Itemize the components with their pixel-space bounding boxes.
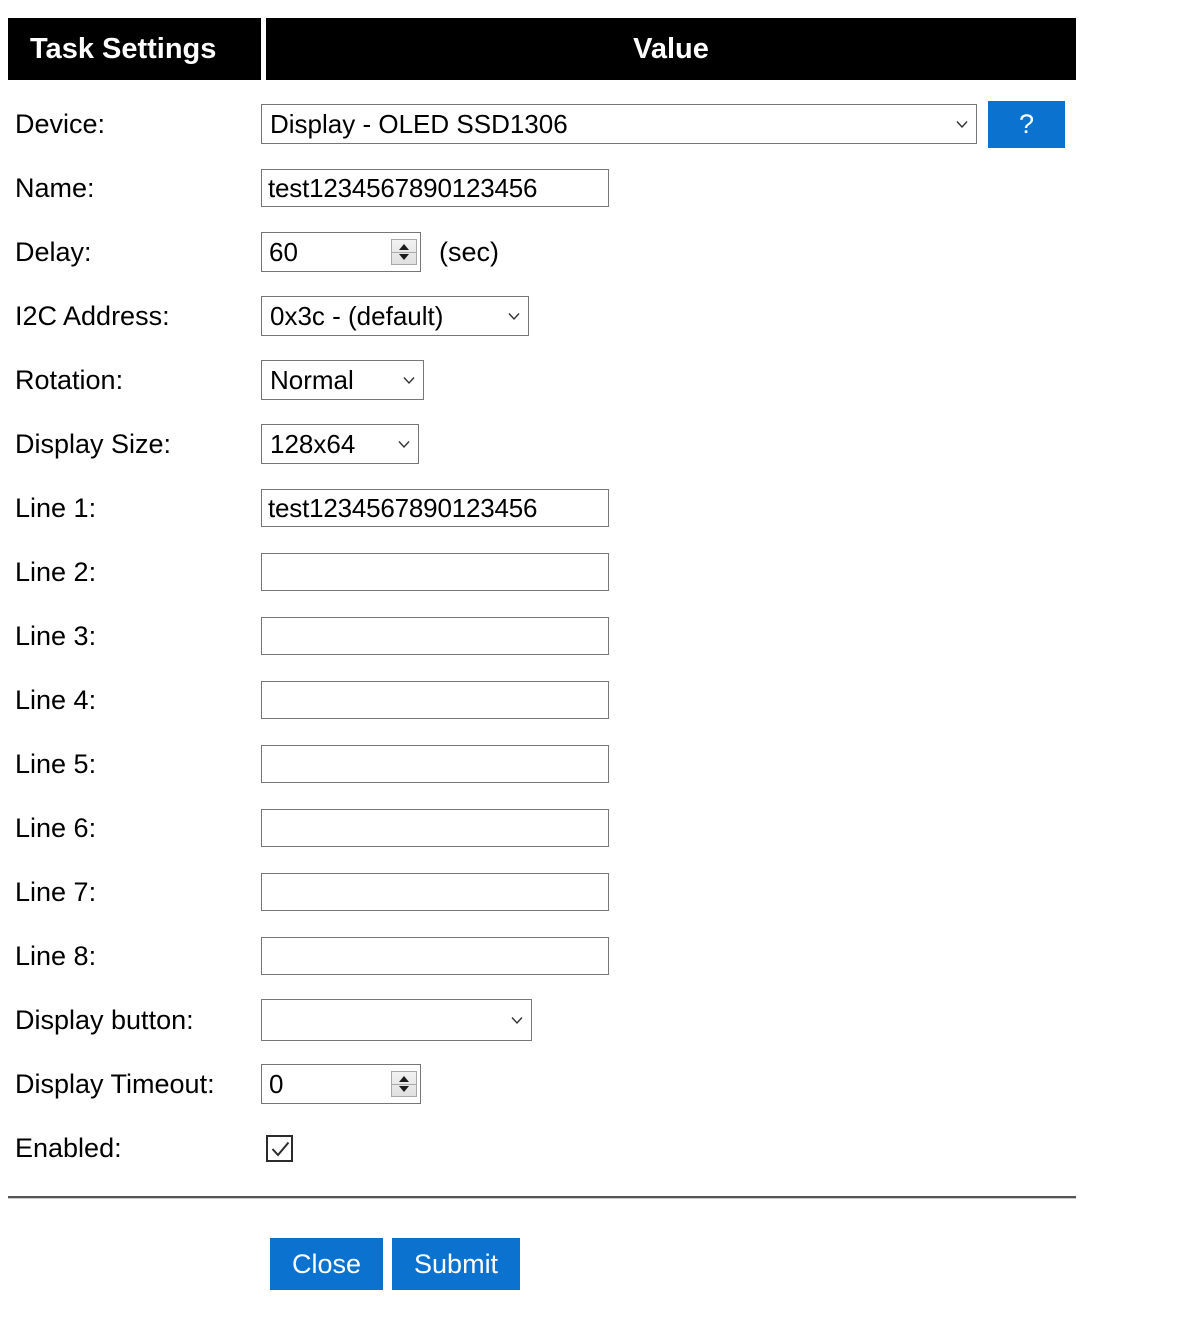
line-4-input[interactable] xyxy=(261,681,609,719)
rotation-select[interactable]: Normal xyxy=(261,360,424,400)
i2c-address-select[interactable]: 0x3c - (default) xyxy=(261,296,529,336)
field-device: Display - OLED SSD1306 ? xyxy=(261,100,1184,148)
field-i2c-address: 0x3c - (default) xyxy=(261,296,1184,336)
name-input[interactable]: test1234567890123456 xyxy=(261,169,609,207)
line-2-input[interactable] xyxy=(261,553,609,591)
spinner-updown-icon[interactable] xyxy=(391,1071,417,1097)
label-line-6: Line 6: xyxy=(15,812,97,843)
submit-button[interactable]: Submit xyxy=(392,1238,521,1290)
label-line-5: Line 5: xyxy=(15,748,97,779)
row-line-1: Line 1: test1234567890123456 xyxy=(0,476,1184,540)
field-line-3 xyxy=(261,617,1184,655)
label-name: Name: xyxy=(15,172,95,203)
field-rotation: Normal xyxy=(261,360,1184,400)
delay-unit-label: (sec) xyxy=(439,236,499,267)
row-name: Name: test1234567890123456 xyxy=(0,156,1184,220)
enabled-checkbox[interactable] xyxy=(266,1134,293,1162)
line-7-input[interactable] xyxy=(261,873,609,911)
field-display-timeout: 0 xyxy=(261,1064,1184,1104)
label-enabled: Enabled: xyxy=(15,1132,122,1163)
field-line-4 xyxy=(261,681,1184,719)
field-display-size: 128x64 xyxy=(261,424,1184,464)
row-line-2: Line 2: xyxy=(0,540,1184,604)
field-enabled xyxy=(261,1134,1184,1162)
row-display-timeout: Display Timeout: 0 xyxy=(0,1052,1184,1116)
label-display-timeout: Display Timeout: xyxy=(15,1068,215,1099)
table-header: Task Settings Value xyxy=(8,18,1076,80)
row-line-8: Line 8: xyxy=(0,924,1184,988)
display-size-select-value: 128x64 xyxy=(270,429,356,459)
column-header-value-label: Value xyxy=(633,32,709,65)
close-button[interactable]: Close xyxy=(270,1238,384,1290)
chevron-down-icon xyxy=(506,308,522,324)
row-display-size: Display Size: 128x64 xyxy=(0,412,1184,476)
field-line-8 xyxy=(261,937,1184,975)
device-help-button[interactable]: ? xyxy=(988,100,1065,148)
chevron-down-icon xyxy=(396,436,412,452)
chevron-down-icon xyxy=(509,1012,525,1028)
display-size-select[interactable]: 128x64 xyxy=(261,424,419,464)
line-1-input[interactable]: test1234567890123456 xyxy=(261,489,609,527)
row-display-button: Display button: xyxy=(0,988,1184,1052)
label-rotation: Rotation: xyxy=(15,364,124,395)
column-header-value: Value xyxy=(266,18,1076,80)
field-delay: 60 (sec) xyxy=(261,232,1184,272)
line-3-input[interactable] xyxy=(261,617,609,655)
row-line-5: Line 5: xyxy=(0,732,1184,796)
row-line-3: Line 3: xyxy=(0,604,1184,668)
row-device: Device: Display - OLED SSD1306 ? xyxy=(0,92,1184,156)
display-timeout-input-value: 0 xyxy=(269,1068,284,1099)
label-i2c-address: I2C Address: xyxy=(15,300,170,331)
footer-divider xyxy=(8,1196,1076,1199)
task-settings-page: Task Settings Value Device: Display - OL… xyxy=(0,0,1184,1330)
row-line-6: Line 6: xyxy=(0,796,1184,860)
row-line-7: Line 7: xyxy=(0,860,1184,924)
label-delay: Delay: xyxy=(15,236,92,267)
label-display-size: Display Size: xyxy=(15,428,172,459)
field-line-1: test1234567890123456 xyxy=(261,489,1184,527)
display-button-select[interactable] xyxy=(261,999,532,1041)
device-select-value: Display - OLED SSD1306 xyxy=(270,109,568,139)
row-i2c-address: I2C Address: 0x3c - (default) xyxy=(0,284,1184,348)
label-line-3: Line 3: xyxy=(15,620,97,651)
field-line-7 xyxy=(261,873,1184,911)
field-name: test1234567890123456 xyxy=(261,169,1184,207)
delay-input-value: 60 xyxy=(269,236,298,267)
label-device: Device: xyxy=(15,108,106,139)
settings-rows: Device: Display - OLED SSD1306 ? Name: t… xyxy=(0,92,1184,1180)
line-8-input[interactable] xyxy=(261,937,609,975)
rotation-select-value: Normal xyxy=(270,365,354,395)
column-header-task-settings: Task Settings xyxy=(8,18,261,80)
label-line-4: Line 4: xyxy=(15,684,97,715)
line-5-input[interactable] xyxy=(261,745,609,783)
line-6-input[interactable] xyxy=(261,809,609,847)
field-line-2 xyxy=(261,553,1184,591)
field-line-6 xyxy=(261,809,1184,847)
column-header-task-settings-label: Task Settings xyxy=(30,32,217,65)
device-select[interactable]: Display - OLED SSD1306 xyxy=(261,104,977,144)
field-display-button xyxy=(261,999,1184,1041)
spinner-updown-icon[interactable] xyxy=(391,239,417,265)
i2c-address-select-value: 0x3c - (default) xyxy=(270,301,444,331)
delay-input[interactable]: 60 xyxy=(261,232,421,272)
footer-actions: Close Submit xyxy=(0,1238,1184,1290)
row-enabled: Enabled: xyxy=(0,1116,1184,1180)
chevron-down-icon xyxy=(401,372,417,388)
label-display-button: Display button: xyxy=(15,1004,194,1035)
row-delay: Delay: 60 (sec) xyxy=(0,220,1184,284)
field-line-5 xyxy=(261,745,1184,783)
row-rotation: Rotation: Normal xyxy=(0,348,1184,412)
chevron-down-icon xyxy=(954,116,970,132)
display-timeout-input[interactable]: 0 xyxy=(261,1064,421,1104)
label-line-1: Line 1: xyxy=(15,492,97,523)
row-line-4: Line 4: xyxy=(0,668,1184,732)
label-line-2: Line 2: xyxy=(15,556,97,587)
label-line-8: Line 8: xyxy=(15,940,97,971)
label-line-7: Line 7: xyxy=(15,876,97,907)
checkmark-icon xyxy=(271,1141,290,1157)
